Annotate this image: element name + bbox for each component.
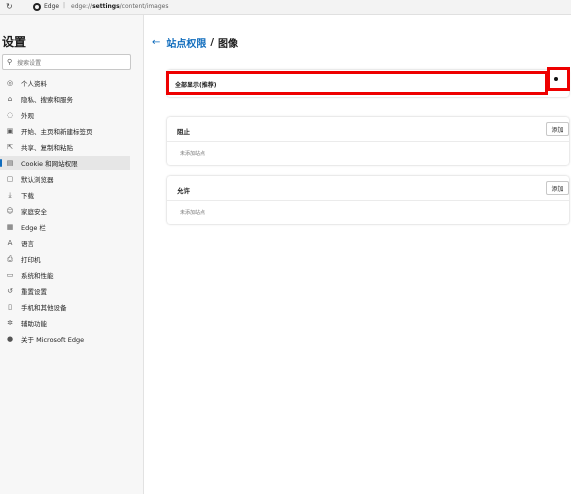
url-prefix: edge:// [71, 3, 93, 10]
sidebar-item-label: 默认浏览器 [21, 176, 54, 184]
sidebar-item-label: 外观 [21, 112, 34, 120]
breadcrumb-separator: / [210, 37, 215, 48]
sidebar-item-privacy[interactable]: ⌂ 隐私、搜索和服务 [0, 92, 130, 106]
phone-icon: ▯ [8, 303, 12, 311]
divider [167, 141, 569, 142]
browser-toolbar: ↻ Edge | edge://settings/content/images [0, 0, 571, 15]
sidebar-item-appearance[interactable]: ◌ 外观 [0, 108, 130, 122]
sidebar-item-system[interactable]: ▭ 系统和性能 [0, 268, 130, 282]
reset-icon: ↺ [7, 287, 13, 295]
allow-section: 允许 添加 未添加站点 [167, 176, 569, 224]
search-icon: ⚲ [7, 58, 13, 66]
allow-empty-text: 未添加站点 [180, 210, 206, 216]
edge-logo-icon [33, 3, 41, 11]
sidebar-item-start[interactable]: ▣ 开始、主页和新建标签页 [0, 124, 130, 138]
block-add-button[interactable]: 添加 [546, 122, 569, 136]
sidebar-item-edge-bar[interactable]: ▦ Edge 栏 [0, 220, 130, 234]
sidebar-item-downloads[interactable]: ⤓ 下载 [0, 188, 130, 202]
sidebar-item-label: 手机和其他设备 [21, 304, 67, 312]
page-title: 图像 [218, 39, 239, 50]
system-icon: ▭ [6, 271, 14, 279]
search-placeholder: 搜索设置 [17, 59, 42, 67]
appearance-icon: ◌ [6, 111, 14, 119]
sidebar-item-label: 辅助功能 [21, 320, 47, 328]
accessibility-icon: ✲ [7, 319, 13, 327]
sidebar-item-label: 打印机 [21, 256, 41, 264]
edge-bar-icon: ▦ [6, 223, 14, 231]
profile-icon: ◎ [6, 79, 14, 87]
reload-icon[interactable]: ↻ [6, 2, 13, 11]
browser-icon: ▢ [6, 175, 14, 183]
sidebar-item-default-browser[interactable]: ▢ 默认浏览器 [0, 172, 130, 186]
sidebar-item-label: 个人资料 [21, 80, 47, 88]
sidebar-item-languages[interactable]: A 语言 [0, 236, 130, 250]
sidebar-title: 设置 [2, 35, 27, 49]
allow-add-button[interactable]: 添加 [546, 181, 569, 195]
back-arrow-icon[interactable]: ← [152, 37, 160, 48]
sidebar-item-reset[interactable]: ↺ 重置设置 [0, 284, 130, 298]
sidebar-item-accessibility[interactable]: ✲ 辅助功能 [0, 316, 130, 330]
allow-title: 允许 [177, 187, 190, 195]
site-name: Edge [44, 3, 60, 10]
lock-icon: ⌂ [7, 95, 13, 103]
highlight-box-toggle [547, 67, 570, 91]
sidebar-item-label: 开始、主页和新建标签页 [21, 128, 93, 136]
language-icon: A [7, 239, 13, 247]
cookie-icon: ▤ [6, 159, 14, 167]
address-bar[interactable]: edge://settings/content/images [71, 3, 169, 10]
sidebar-item-label: 系统和性能 [21, 272, 54, 280]
block-title: 阻止 [177, 128, 190, 136]
sidebar-item-label: Cookie 和网站权限 [21, 160, 78, 168]
sidebar-item-phone[interactable]: ▯ 手机和其他设备 [0, 300, 130, 314]
sidebar-item-label: 下载 [21, 192, 34, 200]
breadcrumb-parent-link[interactable]: 站点权限 [166, 35, 206, 50]
sidebar-item-label: 关于 Microsoft Edge [21, 336, 85, 344]
sidebar-item-label: Edge 栏 [21, 224, 46, 232]
sidebar-item-label: 重置设置 [21, 288, 47, 296]
sidebar-item-share[interactable]: ⇱ 共享、复制和粘贴 [0, 140, 130, 154]
sidebar-item-cookies[interactable]: ▤ Cookie 和网站权限 [0, 156, 130, 170]
sidebar-item-label: 隐私、搜索和服务 [21, 96, 73, 104]
edge-logo-icon: ● [6, 335, 14, 343]
sidebar-item-about[interactable]: ● 关于 Microsoft Edge [0, 332, 130, 346]
sidebar-item-profile[interactable]: ◎ 个人资料 [0, 76, 130, 90]
sidebar-item-label: 共享、复制和粘贴 [21, 144, 73, 152]
block-empty-text: 未添加站点 [180, 151, 206, 157]
settings-sidebar: 设置 ⚲ 搜索设置 ◎ 个人资料 ⌂ 隐私、搜索和服务 ◌ 外观 ▣ 开始、主页和新建标… [0, 15, 144, 494]
url-path: settings [92, 3, 120, 10]
main-content: ← 站点权限 / 图像 全部显示(推荐) 阻止 添加 未添加站点 允许 添加 未… [144, 15, 571, 494]
share-icon: ⇱ [7, 143, 13, 151]
sidebar-item-label: 家庭安全 [21, 208, 47, 216]
printer-icon: ⎙ [7, 254, 13, 263]
sidebar-item-family[interactable]: ☺ 家庭安全 [0, 204, 130, 218]
search-input[interactable]: ⚲ 搜索设置 [2, 54, 131, 70]
start-page-icon: ▣ [6, 127, 14, 135]
address-separator: | [63, 2, 66, 9]
sidebar-item-printers[interactable]: ⎙ 打印机 [0, 252, 130, 266]
block-section: 阻止 添加 未添加站点 [167, 117, 569, 165]
family-icon: ☺ [6, 207, 14, 215]
divider [167, 200, 569, 201]
show-all-toggle[interactable] [554, 77, 558, 81]
sidebar-item-label: 语言 [21, 240, 34, 248]
highlight-box-label [166, 71, 548, 95]
download-icon: ⤓ [8, 190, 12, 199]
url-suffix: /content/images [119, 3, 169, 10]
breadcrumb: ← 站点权限 / 图像 [152, 35, 238, 50]
